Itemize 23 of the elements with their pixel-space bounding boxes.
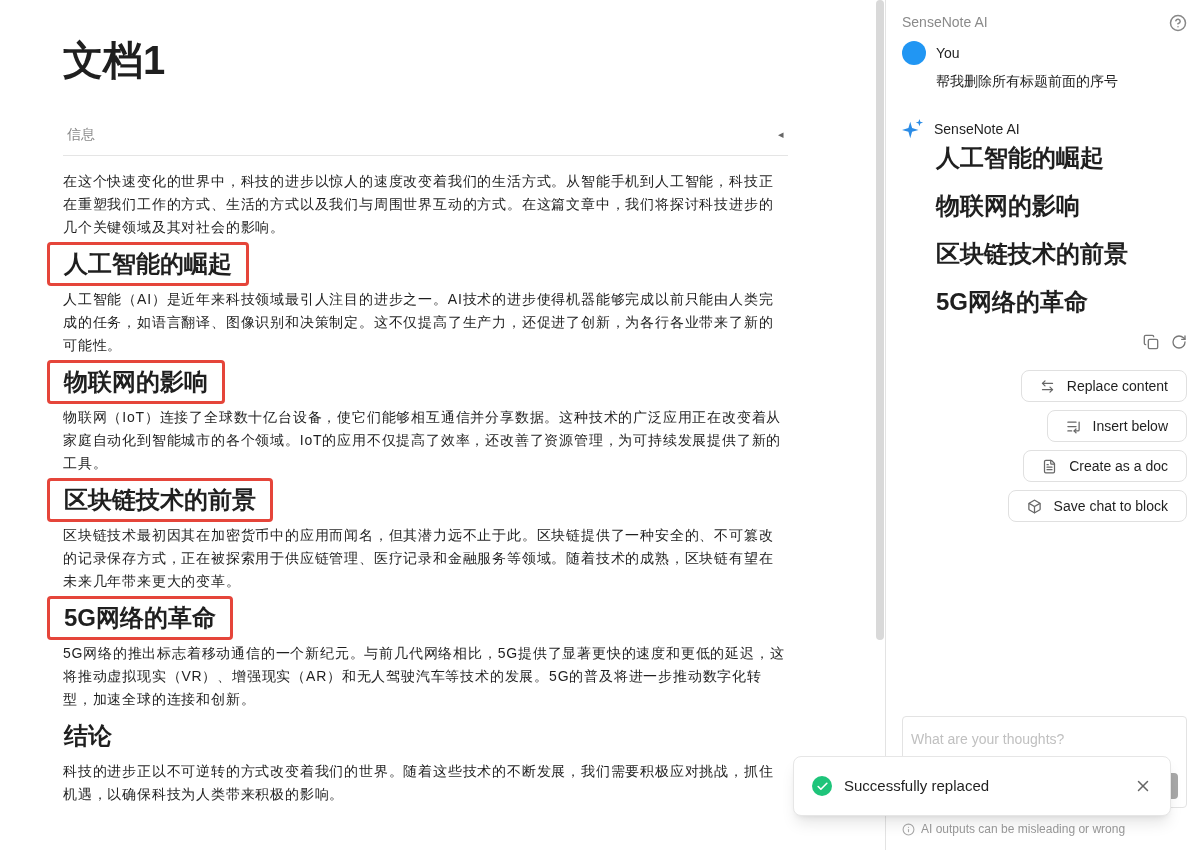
document-title: 文档1 [63, 37, 167, 84]
disclaimer: AI outputs can be misleading or wrong [921, 821, 1126, 838]
section-heading: 结论 [62, 721, 113, 751]
user-message: 帮我删除所有标题前面的序号 [936, 72, 1119, 91]
paragraph: 在这个快速变化的世界中，科技的进步以惊人的速度改变着我们的生活方式。从智能手机到人工智能，科技正在重塑我们工作的方式、生活的方式以及我们与周围世界互动的方式。在这篇文章中，我们将探讨科技进步的几个关键领域及其对社会的影响。 [63, 172, 775, 237]
paragraph: 物联网（IoT）连接了全球数十亿台设备，使它们能够相互通信并分享数据。这种技术的广泛应用正在改变着从家庭自动化到智能城市的各个领域。IoT的应用不仅提高了效率，还改善了资源管理，为可持续发展提供了新的工具。 [63, 408, 783, 473]
section-heading: 5G网络的革命 [47, 596, 233, 640]
section-heading: 区块链技术的前景 [47, 478, 273, 522]
info-label: 信息 [67, 125, 95, 144]
author-name: SenseNote AI [934, 119, 1020, 139]
answer-heading: 5G网络的革命 [936, 287, 1089, 317]
paragraph: 5G网络的推出标志着移动通信的一个新纪元。与前几代网络相比，5G提供了显著更快的速度和更低的延迟，这将推动虚拟现实（VR）、增强现实（AR）和无人驾驶汽车等技术的发展。5G的普及将进一步推动数字化转型，加速全球的连接和创新。 [63, 644, 786, 709]
section-heading: 物联网的影响 [47, 360, 225, 404]
answer-heading: 物联网的影响 [936, 191, 1081, 221]
section-heading: 人工智能的崛起 [47, 242, 249, 286]
paragraph: 人工智能（AI）是近年来科技领域最引人注目的进步之一。AI技术的进步使得机器能够完成以前只能由人类完成的任务，如语言翻译、图像识别和决策制定。这不仅提高了生产力，还促进了创新，为各行各业带来了新的可能性。 [63, 290, 775, 355]
paragraph: 区块链技术最初因其在加密货币中的应用而闻名，但其潜力远不止于此。区块链提供了一种安全的、不可篡改的记录保存方式，正在被探索用于供应链管理、医疗记录和金融服务等领域。随着技术的成熟，区块链有望在未来几年带来更大的变革。 [63, 526, 775, 591]
author-name: You [936, 43, 960, 63]
toast-message: Successfully replaced [844, 775, 991, 796]
answer-heading: 人工智能的崛起 [936, 143, 1105, 173]
paragraph: 科技的进步正以不可逆转的方式改变着我们的世界。随着这些技术的不断发展，我们需要积极应对挑战，抓住机遇，以确保科技为人类带来积极的影响。 [63, 762, 775, 804]
panel-title: SenseNote AI [902, 13, 988, 32]
answer-heading: 区块链技术的前景 [936, 239, 1129, 269]
